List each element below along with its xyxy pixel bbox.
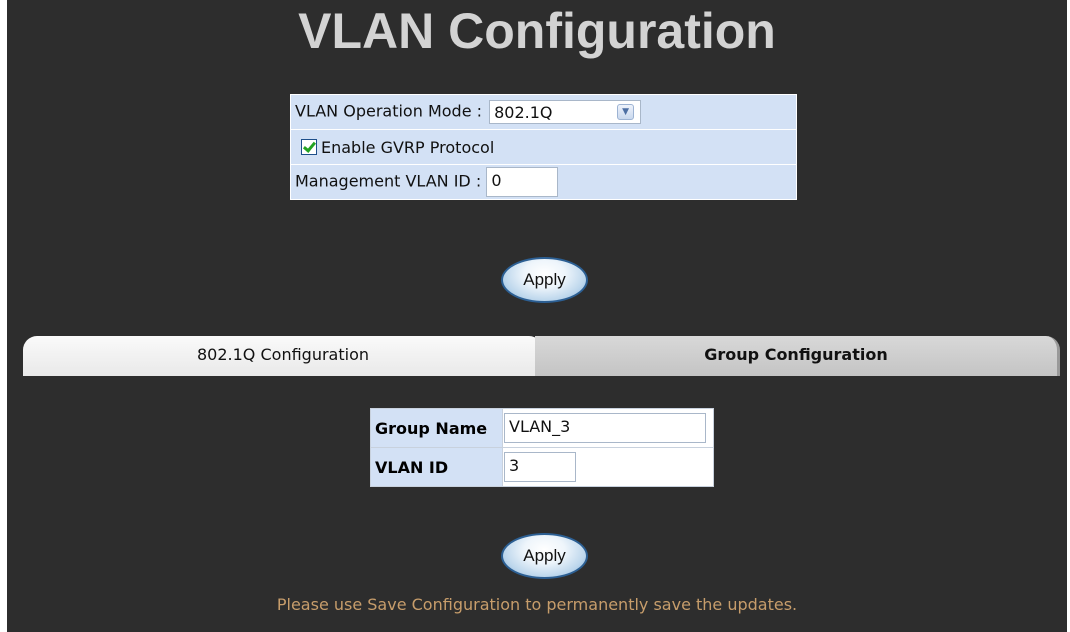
apply-mode-button[interactable]: Apply [501,257,588,303]
gvrp-row: Enable GVRP Protocol [290,129,797,165]
group-name-label: Group Name [370,408,503,448]
page-title: VLAN Configuration [298,3,776,59]
page-canvas: VLAN Configuration VLAN Operation Mode :… [7,0,1067,632]
apply-group-button[interactable]: Apply [501,533,588,579]
save-notice: Please use Save Configuration to permane… [276,595,798,614]
gvrp-label: Enable GVRP Protocol [321,137,495,157]
vlan-id-label: VLAN ID [370,447,503,487]
vlan-mode-panel: VLAN Operation Mode : 802.1Q ▼ Enable GV… [290,94,797,200]
group-name-cell: VLAN_3 [502,408,714,448]
group-name-input[interactable]: VLAN_3 [504,413,706,443]
chevron-down-icon[interactable]: ▼ [617,104,635,120]
group-config-form: Group Name VLAN_3 VLAN ID 3 [370,408,714,487]
operation-mode-value: 802.1Q [494,103,553,122]
vlan-id-input[interactable]: 3 [504,452,576,482]
mgmt-vlan-label: Management VLAN ID : [295,171,482,191]
tab-8021q-configuration[interactable]: 802.1Q Configuration [23,336,543,376]
gvrp-checkbox[interactable] [301,138,317,155]
operation-mode-select[interactable]: 802.1Q ▼ [489,100,642,124]
vlan-id-cell: 3 [502,447,714,487]
operation-mode-label: VLAN Operation Mode : [295,101,483,121]
mgmt-vlan-row: Management VLAN ID : 0 [290,164,797,200]
tab-group-configuration[interactable]: Group Configuration [535,336,1060,376]
operation-mode-row: VLAN Operation Mode : 802.1Q ▼ [290,94,797,130]
mgmt-vlan-input[interactable]: 0 [486,167,559,197]
